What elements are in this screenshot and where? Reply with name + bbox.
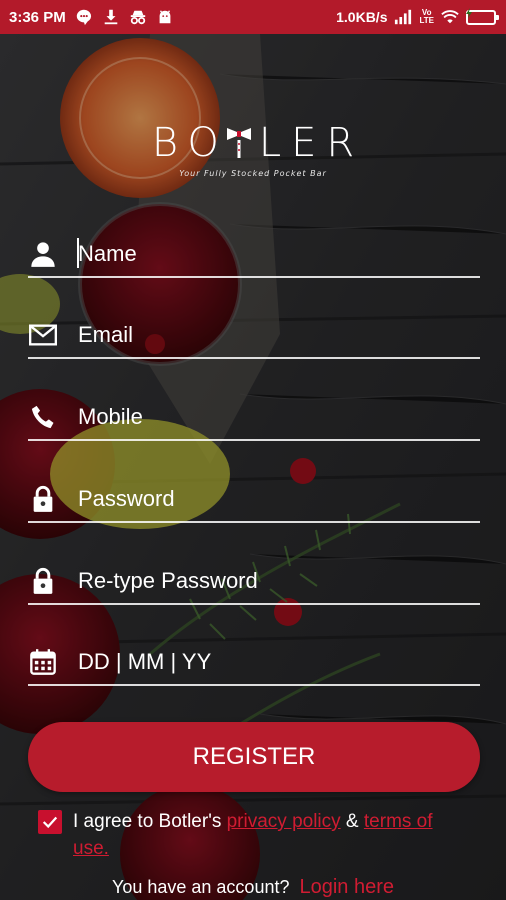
agreement-ampersand: &	[340, 811, 364, 832]
lock-icon	[28, 484, 58, 514]
text-cursor	[77, 238, 79, 268]
password-field[interactable]	[28, 477, 480, 523]
email-input[interactable]	[78, 322, 458, 348]
download-icon	[102, 8, 120, 26]
checkmark-icon	[42, 816, 58, 829]
login-row: You have an account? Login here	[0, 876, 506, 899]
date-of-birth-input[interactable]	[78, 649, 458, 675]
status-left: 3:36 PM	[9, 8, 174, 26]
volte-bottom: LTE	[419, 16, 434, 25]
phone-icon	[28, 402, 58, 432]
botler-logo: BO LER	[142, 120, 364, 166]
envelope-icon	[28, 320, 58, 350]
retype-password-field[interactable]	[28, 559, 480, 605]
agree-checkbox[interactable]	[38, 810, 62, 834]
android-icon	[156, 8, 174, 26]
password-input[interactable]	[78, 486, 458, 512]
incognito-icon	[129, 8, 147, 26]
chat-bubble-icon	[75, 8, 93, 26]
login-prompt: You have an account?	[111, 877, 290, 897]
battery-charging-icon	[466, 7, 499, 25]
email-field[interactable]	[28, 313, 480, 359]
logo-text-right: LER	[258, 120, 365, 166]
status-right: 1.0KB/s Vo LTE	[336, 7, 499, 26]
bowtie-icon	[225, 120, 253, 160]
network-speed: 1.0KB/s	[336, 9, 388, 25]
mobile-field[interactable]	[28, 395, 480, 441]
mobile-input[interactable]	[78, 404, 458, 430]
register-button[interactable]: REGISTER	[28, 722, 480, 792]
calendar-icon	[28, 647, 58, 677]
login-link[interactable]: Login here	[299, 876, 394, 898]
name-input[interactable]	[78, 241, 458, 267]
volte-icon: Vo LTE	[419, 9, 434, 25]
tagline: Your Fully Stocked Pocket Bar	[179, 169, 327, 178]
status-bar: 3:36 PM 1.0KB/s Vo LTE	[0, 0, 506, 34]
terms-agreement: I agree to Botler's privacy policy & ter…	[38, 808, 468, 862]
wifi-icon	[441, 8, 459, 26]
brand-header: BO LER Your Fully Stocked Pocket Bar	[0, 120, 506, 178]
lock-icon	[28, 566, 58, 596]
agreement-prefix: I agree to Botler's	[73, 811, 227, 832]
privacy-policy-link[interactable]: privacy policy	[227, 811, 341, 832]
signal-icon	[394, 8, 412, 26]
user-icon	[28, 239, 58, 269]
agreement-text: I agree to Botler's privacy policy & ter…	[73, 808, 468, 862]
status-time: 3:36 PM	[9, 8, 66, 26]
retype-password-input[interactable]	[78, 568, 458, 594]
date-of-birth-field[interactable]	[28, 640, 480, 686]
logo-text-left: BO	[151, 120, 229, 166]
name-field[interactable]	[28, 232, 480, 278]
